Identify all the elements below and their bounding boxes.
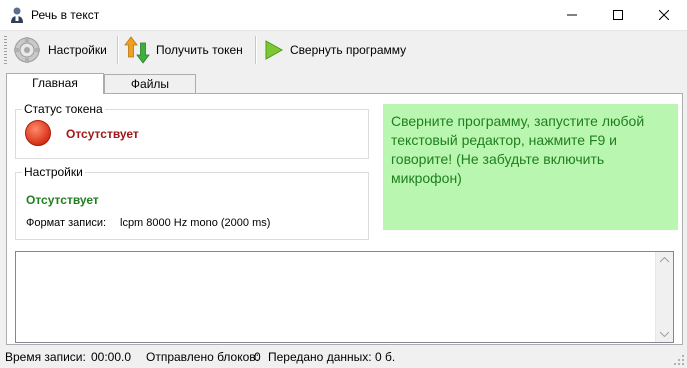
title-bar: Речь в текст bbox=[0, 0, 687, 31]
minimize-app-button-label: Свернуть программу bbox=[290, 43, 407, 57]
toolbar-separator bbox=[117, 36, 119, 64]
resize-grip-icon[interactable] bbox=[674, 355, 685, 366]
settings-button[interactable]: Настройки bbox=[12, 34, 107, 66]
window-title: Речь в текст bbox=[31, 8, 100, 22]
get-token-button[interactable]: Получить токен bbox=[124, 34, 243, 66]
record-time-value: 00:00.0 bbox=[91, 350, 132, 364]
minimize-icon bbox=[567, 14, 577, 16]
settings-group: Настройки Отсутствует Формат записи: lcp… bbox=[15, 165, 369, 240]
data-sent-label: Передано данных: bbox=[268, 350, 372, 364]
recognized-text-area[interactable] bbox=[15, 251, 674, 343]
app-user-icon bbox=[11, 7, 23, 23]
toolbar-grip[interactable] bbox=[4, 36, 7, 64]
maximize-icon bbox=[613, 10, 623, 20]
status-bar: Время записи: 00:00.0 Отправлено блоков:… bbox=[0, 346, 687, 368]
minimize-app-button[interactable]: Свернуть программу bbox=[262, 34, 406, 66]
close-button[interactable] bbox=[641, 0, 687, 30]
updown-arrows-icon bbox=[124, 36, 150, 64]
maximize-button[interactable] bbox=[595, 0, 641, 30]
status-indicator-icon bbox=[25, 120, 51, 146]
blocks-sent-value: 0 bbox=[254, 350, 261, 364]
toolbar: Настройки Получить токен Свернуть програ… bbox=[0, 31, 687, 69]
minimize-button[interactable] bbox=[549, 0, 595, 30]
settings-button-label: Настройки bbox=[48, 43, 107, 57]
gear-icon bbox=[14, 37, 40, 63]
scroll-up-icon[interactable] bbox=[660, 257, 669, 263]
token-status-title: Статус токена bbox=[22, 102, 105, 116]
vertical-scrollbar[interactable] bbox=[655, 252, 673, 342]
record-format-value: lcpm 8000 Hz mono (2000 ms) bbox=[120, 217, 271, 229]
blocks-sent-label: Отправлено блоков: bbox=[146, 350, 259, 364]
toolbar-separator bbox=[255, 36, 257, 64]
token-status-value: Отсутствует bbox=[66, 127, 139, 141]
close-icon bbox=[659, 10, 669, 20]
tab-panel-main: Статус токена Отсутствует Настройки Отсу… bbox=[6, 93, 683, 345]
scroll-down-icon[interactable] bbox=[660, 331, 669, 337]
tab-main[interactable]: Главная bbox=[6, 73, 104, 94]
record-format-label: Формат записи: bbox=[26, 217, 107, 229]
token-status-group: Статус токена Отсутствует bbox=[15, 102, 369, 159]
get-token-button-label: Получить токен bbox=[156, 43, 243, 57]
data-sent-value: 0 б. bbox=[375, 350, 396, 364]
instruction-hint: Сверните программу, запустите любой текс… bbox=[383, 104, 678, 230]
tab-files[interactable]: Файлы bbox=[104, 74, 196, 93]
play-icon bbox=[265, 40, 284, 60]
record-time-label: Время записи: bbox=[5, 350, 86, 364]
settings-status-value: Отсутствует bbox=[26, 193, 99, 207]
settings-group-title: Настройки bbox=[22, 165, 85, 179]
